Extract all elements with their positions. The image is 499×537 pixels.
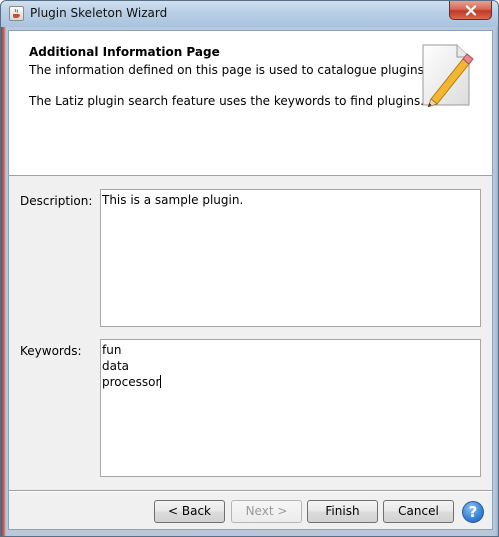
- text-caret: [160, 375, 162, 388]
- keyword-line: processor: [102, 375, 161, 389]
- close-icon: [465, 4, 476, 16]
- help-button[interactable]: ?: [462, 501, 484, 523]
- title-bar[interactable]: Plugin Skeleton Wizard: [1, 1, 498, 27]
- next-button[interactable]: Next >: [231, 500, 302, 523]
- description-label: Description:: [20, 194, 93, 208]
- wizard-content: Additional Information Page The informat…: [8, 30, 493, 530]
- button-separator: [9, 490, 492, 492]
- wizard-window: Plugin Skeleton Wizard Additional Inform…: [0, 0, 499, 537]
- header-panel: Additional Information Page The informat…: [9, 31, 492, 176]
- java-cup-icon: [9, 6, 24, 21]
- keyword-line: fun: [102, 343, 122, 357]
- keyword-line: data: [102, 359, 130, 373]
- help-icon: ?: [468, 503, 478, 521]
- finish-button[interactable]: Finish: [307, 500, 378, 523]
- header-description-line-2: The Latiz plugin search feature uses the…: [29, 94, 425, 108]
- pencil-notepad-icon: [422, 44, 474, 107]
- keywords-textarea[interactable]: fun data processor: [100, 339, 481, 477]
- window-title: Plugin Skeleton Wizard: [30, 6, 168, 20]
- keywords-label: Keywords:: [20, 344, 82, 358]
- close-button[interactable]: [449, 1, 492, 20]
- page-title: Additional Information Page: [29, 45, 220, 59]
- cancel-button[interactable]: Cancel: [383, 500, 454, 523]
- description-textarea[interactable]: This is a sample plugin.: [100, 189, 481, 327]
- back-button[interactable]: < Back: [154, 500, 225, 523]
- description-text: This is a sample plugin.: [102, 193, 244, 207]
- header-description-line-1: The information defined on this page is …: [29, 63, 428, 77]
